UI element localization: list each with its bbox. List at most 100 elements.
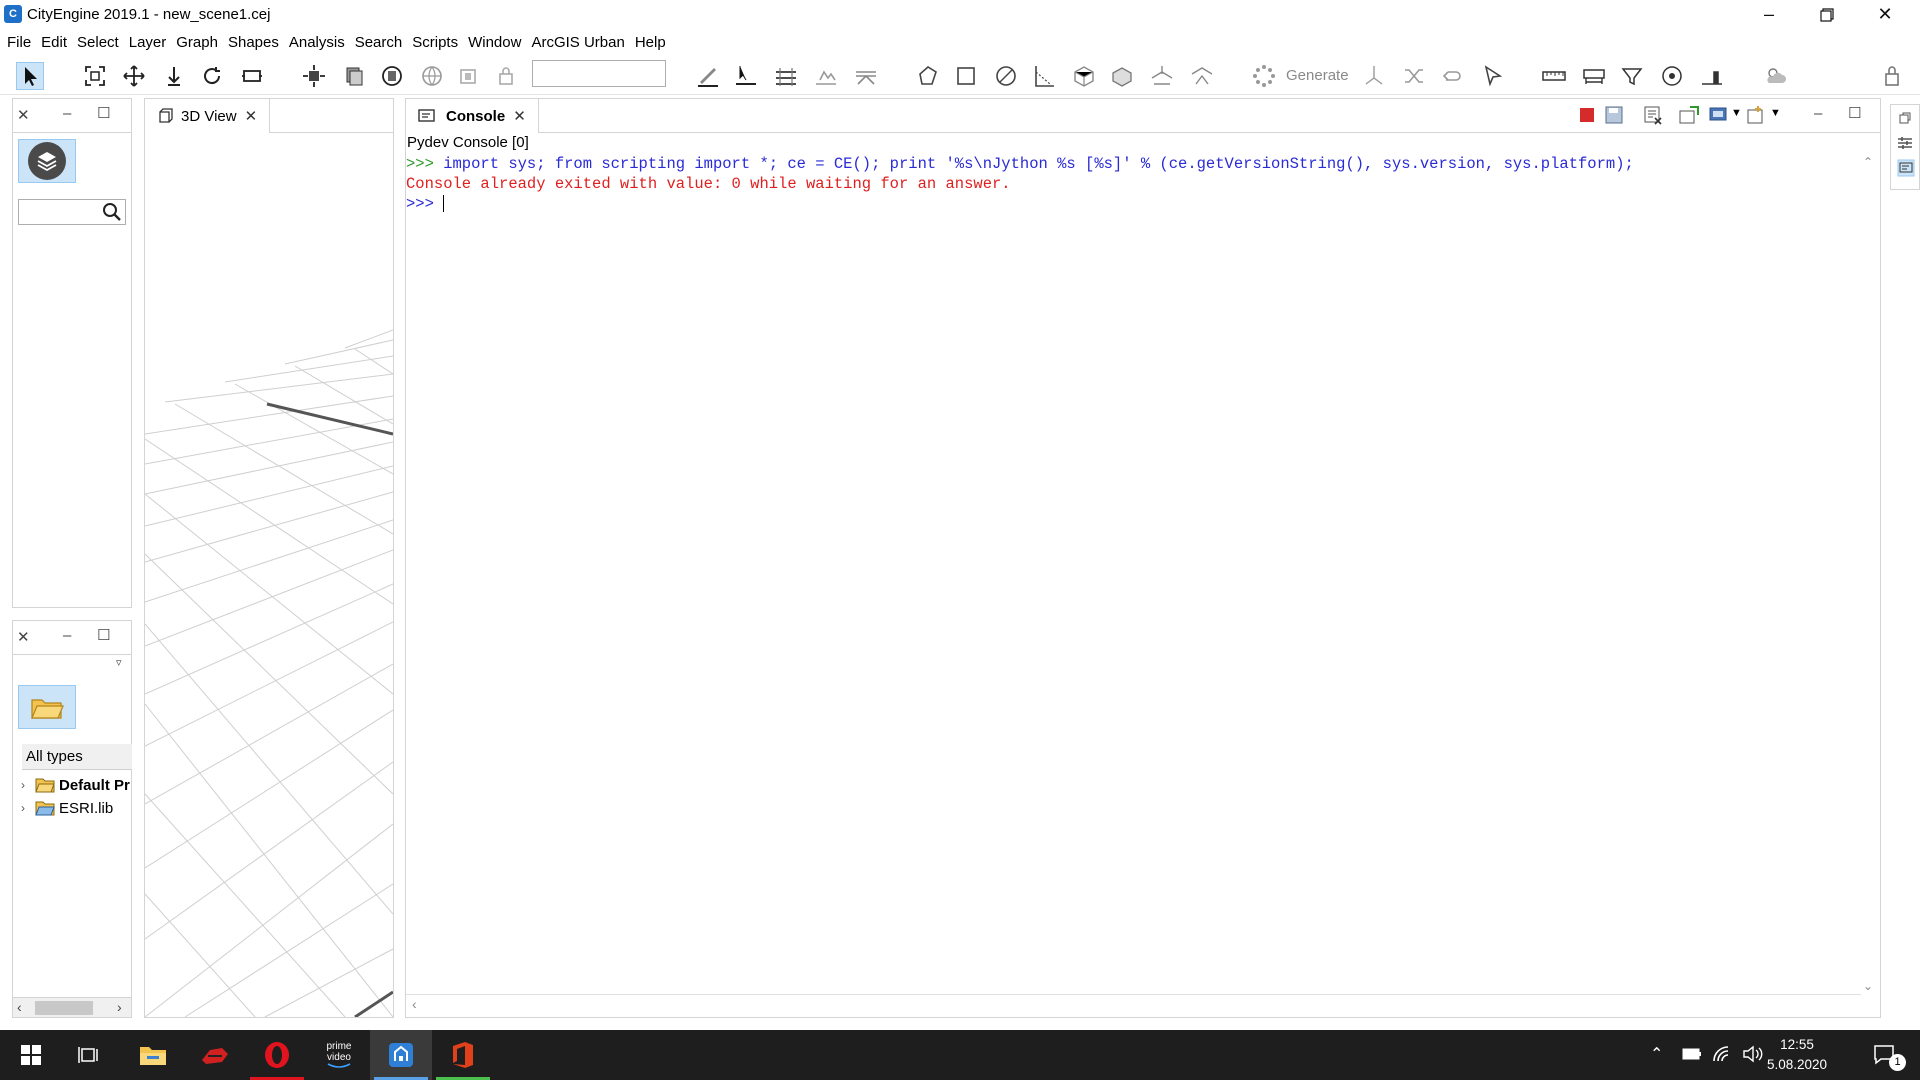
start-icon[interactable] <box>0 1030 62 1080</box>
scroll-down-icon[interactable]: ⌄ <box>1863 979 1873 993</box>
close-tab-icon[interactable]: ✕ <box>245 107 258 125</box>
file-explorer-icon[interactable] <box>122 1030 184 1080</box>
ruler-icon[interactable] <box>1540 62 1568 90</box>
generate-icon[interactable] <box>1250 62 1278 90</box>
building-icon[interactable] <box>1108 62 1136 90</box>
opera-icon[interactable] <box>246 1030 308 1080</box>
inspector-icon[interactable] <box>1897 135 1913 151</box>
tab-console[interactable]: Console ✕ <box>406 99 539 133</box>
scroll-thumb[interactable] <box>35 1001 93 1015</box>
restore-stack-icon[interactable] <box>1898 111 1912 125</box>
select-tool-icon[interactable] <box>16 62 44 90</box>
draw-street-icon[interactable] <box>694 62 722 90</box>
visibility-icon[interactable] <box>1658 62 1686 90</box>
close-tab-icon[interactable]: ✕ <box>513 107 526 125</box>
console-input-line[interactable]: >>> <box>406 195 445 213</box>
console-output[interactable]: >>> import sys; from scripting import *;… <box>406 155 1861 995</box>
shadow-icon[interactable] <box>1698 62 1726 90</box>
open-menu-chevron-icon[interactable]: ▼ <box>1770 107 1781 119</box>
battery-icon[interactable] <box>1682 1048 1702 1060</box>
menu-file[interactable]: File <box>6 34 38 51</box>
game-icon[interactable] <box>184 1030 246 1080</box>
minimize-panel-icon[interactable]: – <box>63 105 71 122</box>
chevron-up-icon[interactable]: ⌃ <box>1650 1044 1663 1064</box>
maximize-panel-icon[interactable]: ☐ <box>97 626 110 644</box>
pin-console-icon[interactable] <box>1678 105 1700 125</box>
menu-shapes[interactable]: Shapes <box>227 34 286 51</box>
area-measure-icon[interactable] <box>1580 62 1608 90</box>
minimize-panel-icon[interactable]: – <box>1814 105 1822 122</box>
polygon-shape-icon[interactable] <box>914 62 942 90</box>
terrain-edit-icon[interactable] <box>852 62 880 90</box>
terrain-icon[interactable] <box>812 62 840 90</box>
circle-shape-icon[interactable] <box>992 62 1020 90</box>
lock-icon[interactable] <box>492 62 520 90</box>
rotate-tool-icon[interactable] <box>198 62 226 90</box>
save-icon[interactable] <box>1604 105 1624 125</box>
chevron-right-icon[interactable]: › <box>21 778 35 792</box>
terminate-icon[interactable] <box>1580 108 1594 122</box>
console-trim-icon[interactable] <box>1897 159 1915 177</box>
layers-button[interactable] <box>18 139 76 183</box>
open-console-icon[interactable] <box>1746 105 1768 125</box>
menu-analysis[interactable]: Analysis <box>288 34 352 51</box>
chevron-right-icon[interactable]: › <box>21 801 35 815</box>
globe-icon[interactable] <box>418 62 446 90</box>
generate-label[interactable]: Generate <box>1286 67 1349 84</box>
tree-item-default-project[interactable]: › Default Pr <box>21 774 130 796</box>
move-down-icon[interactable] <box>160 62 188 90</box>
close-panel-icon[interactable]: ✕ <box>17 628 30 646</box>
console-horizontal-scrollbar[interactable]: ‹ <box>406 994 1861 1014</box>
cga-icon[interactable] <box>1360 62 1388 90</box>
wifi-icon[interactable] <box>1712 1045 1732 1063</box>
cityengine-taskbar-icon[interactable] <box>370 1030 432 1080</box>
menu-help[interactable]: Help <box>634 34 673 51</box>
navigate-tool-icon[interactable] <box>300 62 328 90</box>
menu-edit[interactable]: Edit <box>40 34 74 51</box>
move-tool-icon[interactable] <box>120 62 148 90</box>
view-menu-chevron-icon[interactable]: ▿ <box>116 656 122 669</box>
scroll-left-icon[interactable]: ‹ <box>412 996 417 1012</box>
weather-icon[interactable] <box>1762 62 1790 90</box>
scale-tool-icon[interactable] <box>238 62 266 90</box>
undo-icon[interactable] <box>1438 62 1466 90</box>
task-view-icon[interactable] <box>58 1030 120 1080</box>
pointer-icon[interactable] <box>1478 62 1506 90</box>
menu-graph[interactable]: Graph <box>175 34 225 51</box>
menu-scripts[interactable]: Scripts <box>411 34 465 51</box>
frame-tool-icon[interactable] <box>81 62 109 90</box>
restore-button[interactable] <box>1798 0 1856 30</box>
toolbar-search-input[interactable] <box>532 60 666 87</box>
block-icon[interactable] <box>1070 62 1098 90</box>
maximize-panel-icon[interactable]: ☐ <box>97 104 110 122</box>
close-button[interactable]: ✕ <box>1856 0 1914 30</box>
scroll-right-icon[interactable]: › <box>117 999 122 1015</box>
office-icon[interactable] <box>432 1030 494 1080</box>
terrain-align-icon[interactable] <box>1148 62 1176 90</box>
draw-shape-icon[interactable] <box>732 62 760 90</box>
minimize-button[interactable]: – <box>1740 0 1798 30</box>
console-vertical-scrollbar[interactable]: ⌃ ⌄ <box>1859 155 1877 995</box>
minimize-panel-icon[interactable]: – <box>63 627 71 644</box>
viewport-grid[interactable] <box>145 134 393 1017</box>
lock-perspective-icon[interactable] <box>1878 62 1906 90</box>
scroll-up-icon[interactable]: ⌃ <box>1863 155 1873 169</box>
maximize-panel-icon[interactable]: ☐ <box>1848 104 1861 122</box>
tree-item-esri-lib[interactable]: › ESRI.lib <box>21 797 113 819</box>
bookmark-icon[interactable] <box>454 62 482 90</box>
menu-window[interactable]: Window <box>467 34 528 51</box>
align-tool-icon[interactable] <box>340 62 368 90</box>
flatten-terrain-icon[interactable] <box>1188 62 1216 90</box>
menu-select[interactable]: Select <box>76 34 126 51</box>
display-console-icon[interactable] <box>1708 105 1730 125</box>
menu-layer[interactable]: Layer <box>128 34 174 51</box>
clock[interactable]: 12:55 5.08.2020 <box>1760 1035 1834 1075</box>
scene-search-input[interactable] <box>18 199 126 225</box>
rectangle-shape-icon[interactable] <box>952 62 980 90</box>
grow-street-icon[interactable] <box>772 62 800 90</box>
menu-search[interactable]: Search <box>354 34 410 51</box>
open-folder-button[interactable] <box>18 685 76 729</box>
close-panel-icon[interactable]: ✕ <box>17 106 30 124</box>
clear-console-icon[interactable] <box>1642 105 1664 125</box>
tab-3d-view[interactable]: 3D View ✕ <box>145 99 271 133</box>
